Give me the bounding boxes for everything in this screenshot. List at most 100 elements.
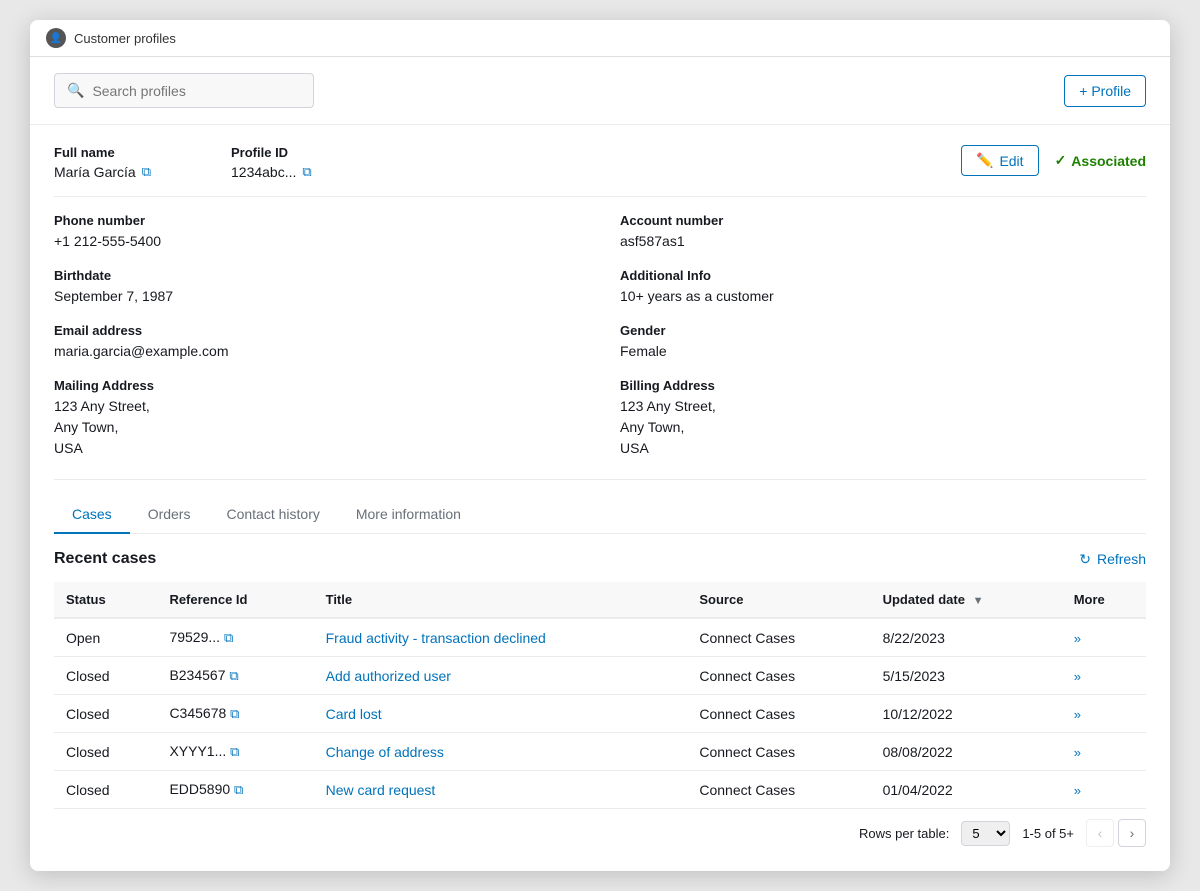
email-label: Email address	[54, 323, 580, 338]
cell-more: »	[1062, 695, 1146, 733]
cell-more: »	[1062, 771, 1146, 809]
page-nav: ‹ ›	[1086, 819, 1146, 847]
col-updated-date[interactable]: Updated date ▼	[871, 582, 1062, 618]
mailing-value: 123 Any Street,Any Town,USA	[54, 396, 580, 459]
more-icon[interactable]: »	[1074, 631, 1081, 646]
case-title-link[interactable]: Change of address	[326, 744, 444, 760]
cell-title: New card request	[314, 771, 688, 809]
tab-contact-history[interactable]: Contact history	[208, 496, 337, 534]
col-source: Source	[687, 582, 870, 618]
add-profile-label: + Profile	[1079, 83, 1131, 99]
prev-page-button[interactable]: ‹	[1086, 819, 1114, 847]
copy-ref-icon[interactable]: ⧉	[229, 668, 238, 684]
cell-ref-id: B234567 ⧉	[157, 657, 313, 695]
col-status: Status	[54, 582, 157, 618]
more-icon[interactable]: »	[1074, 669, 1081, 684]
search-container[interactable]: 🔍	[54, 73, 314, 108]
col-more: More	[1062, 582, 1146, 618]
cell-more: »	[1062, 618, 1146, 657]
content-area: Full name María García ⧉ Profile ID 1234…	[30, 125, 1170, 871]
cell-source: Connect Cases	[687, 771, 870, 809]
cell-ref-id: EDD5890 ⧉	[157, 771, 313, 809]
add-profile-button[interactable]: + Profile	[1064, 75, 1146, 107]
cell-source: Connect Cases	[687, 695, 870, 733]
profile-details: Phone number +1 212-555-5400 Account num…	[54, 213, 1146, 480]
full-name-value-row: María García ⧉	[54, 164, 151, 180]
copy-ref-icon[interactable]: ⧉	[230, 706, 239, 722]
detail-phone: Phone number +1 212-555-5400	[54, 213, 580, 252]
cell-updated-date: 10/12/2022	[871, 695, 1062, 733]
more-icon[interactable]: »	[1074, 707, 1081, 722]
additional-info-label: Additional Info	[620, 268, 1146, 283]
case-title-link[interactable]: Card lost	[326, 706, 382, 722]
table-row: Closed XYYY1... ⧉ Change of address Conn…	[54, 733, 1146, 771]
cell-updated-date: 01/04/2022	[871, 771, 1062, 809]
page-info: 1-5 of 5+	[1022, 826, 1074, 841]
edit-button[interactable]: ✏️ Edit	[961, 145, 1039, 176]
billing-value: 123 Any Street,Any Town,USA	[620, 396, 1146, 459]
profile-id-group: Profile ID 1234abc... ⧉	[231, 145, 312, 180]
profile-id-value: 1234abc...	[231, 164, 296, 180]
title-bar: 👤 Customer profiles	[30, 20, 1170, 57]
detail-mailing: Mailing Address 123 Any Street,Any Town,…	[54, 378, 580, 459]
search-input[interactable]	[92, 83, 301, 99]
full-name-value: María García	[54, 164, 136, 180]
full-name-copy-icon[interactable]: ⧉	[142, 164, 151, 180]
case-title-link[interactable]: New card request	[326, 782, 436, 798]
cell-status: Closed	[54, 733, 157, 771]
profile-header: Full name María García ⧉ Profile ID 1234…	[54, 145, 1146, 197]
cell-title: Fraud activity - transaction declined	[314, 618, 688, 657]
cell-source: Connect Cases	[687, 618, 870, 657]
profile-header-left: Full name María García ⧉ Profile ID 1234…	[54, 145, 312, 180]
recent-cases-section: Recent cases ↻ Refresh Status Reference …	[54, 550, 1146, 851]
cell-status: Open	[54, 618, 157, 657]
cell-status: Closed	[54, 657, 157, 695]
refresh-label: Refresh	[1097, 551, 1146, 567]
additional-info-value: 10+ years as a customer	[620, 286, 1146, 307]
gender-label: Gender	[620, 323, 1146, 338]
table-footer: Rows per table: 5 10 25 1-5 of 5+ ‹ ›	[54, 809, 1146, 851]
phone-label: Phone number	[54, 213, 580, 228]
search-icon: 🔍	[67, 82, 84, 99]
profile-id-copy-icon[interactable]: ⧉	[302, 164, 311, 180]
copy-ref-icon[interactable]: ⧉	[230, 744, 239, 760]
refresh-button[interactable]: ↻ Refresh	[1079, 551, 1146, 568]
col-title: Title	[314, 582, 688, 618]
cell-ref-id: XYYY1... ⧉	[157, 733, 313, 771]
profile-id-label: Profile ID	[231, 145, 312, 160]
cell-status: Closed	[54, 771, 157, 809]
rows-per-table-label: Rows per table:	[859, 826, 949, 841]
rows-per-table-select[interactable]: 5 10 25	[961, 821, 1010, 846]
associated-label: Associated	[1071, 153, 1146, 169]
tab-orders[interactable]: Orders	[130, 496, 209, 534]
associated-badge: ✓ Associated	[1055, 152, 1146, 169]
detail-birthdate: Birthdate September 7, 1987	[54, 268, 580, 307]
copy-ref-icon[interactable]: ⧉	[224, 630, 233, 646]
full-name-group: Full name María García ⧉	[54, 145, 151, 180]
cell-more: »	[1062, 657, 1146, 695]
case-title-link[interactable]: Add authorized user	[326, 668, 451, 684]
table-row: Closed EDD5890 ⧉ New card request Connec…	[54, 771, 1146, 809]
copy-ref-icon[interactable]: ⧉	[234, 782, 243, 798]
detail-account: Account number asf587as1	[620, 213, 1146, 252]
gender-value: Female	[620, 341, 1146, 362]
detail-billing: Billing Address 123 Any Street,Any Town,…	[620, 378, 1146, 459]
tab-more-information[interactable]: More information	[338, 496, 479, 534]
account-value: asf587as1	[620, 231, 1146, 252]
case-title-link[interactable]: Fraud activity - transaction declined	[326, 630, 546, 646]
more-icon[interactable]: »	[1074, 783, 1081, 798]
detail-email: Email address maria.garcia@example.com	[54, 323, 580, 362]
more-icon[interactable]: »	[1074, 745, 1081, 760]
main-window: 👤 Customer profiles 🔍 + Profile Full nam…	[30, 20, 1170, 871]
detail-gender: Gender Female	[620, 323, 1146, 362]
cell-ref-id: C345678 ⧉	[157, 695, 313, 733]
cell-more: »	[1062, 733, 1146, 771]
mailing-label: Mailing Address	[54, 378, 580, 393]
next-page-button[interactable]: ›	[1118, 819, 1146, 847]
tab-cases[interactable]: Cases	[54, 496, 130, 534]
table-header-row: Status Reference Id Title Source Updated…	[54, 582, 1146, 618]
cell-updated-date: 8/22/2023	[871, 618, 1062, 657]
full-name-label: Full name	[54, 145, 151, 160]
table-row: Open 79529... ⧉ Fraud activity - transac…	[54, 618, 1146, 657]
cell-source: Connect Cases	[687, 733, 870, 771]
